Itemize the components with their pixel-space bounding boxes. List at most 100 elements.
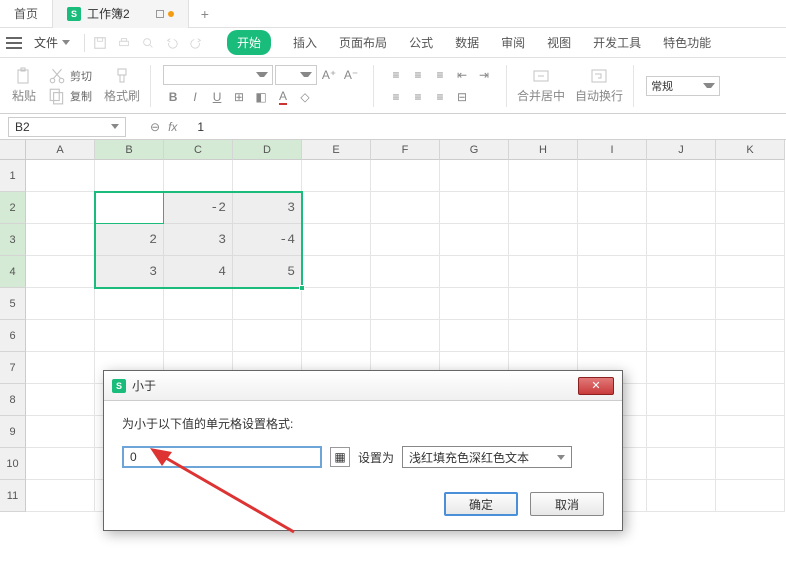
indent-decrease-button[interactable]: ⇤	[452, 65, 472, 85]
border-button[interactable]: ⊞	[229, 87, 249, 107]
wrap-text-button[interactable]: 自动换行	[571, 65, 627, 106]
ribbon-tab-insert[interactable]: 插入	[293, 34, 317, 51]
col-header[interactable]: B	[95, 140, 164, 160]
file-menu[interactable]: 文件	[28, 34, 76, 51]
align-top-button[interactable]: ≡	[386, 65, 406, 85]
ok-button[interactable]: 确定	[444, 492, 518, 516]
cancel-button[interactable]: 取消	[530, 492, 604, 516]
modified-indicator-icon	[168, 11, 174, 17]
save-icon[interactable]	[93, 36, 107, 50]
row-header[interactable]: 7	[0, 352, 26, 384]
new-tab-button[interactable]: +	[189, 6, 221, 22]
col-header[interactable]: G	[440, 140, 509, 160]
separator	[373, 65, 374, 107]
menu-bar: 文件 开始 插入 页面布局 公式 数据 审阅 视图 开发工具 特色功能	[0, 28, 786, 58]
col-header[interactable]: F	[371, 140, 440, 160]
paste-label: 粘贴	[12, 87, 36, 104]
print-preview-icon[interactable]	[141, 36, 155, 50]
col-header[interactable]: J	[647, 140, 716, 160]
row-header[interactable]: 1	[0, 160, 26, 192]
format-select[interactable]: 浅红填充色深红色文本	[402, 446, 572, 468]
row-header[interactable]: 9	[0, 416, 26, 448]
tab-home[interactable]: 首页	[0, 0, 53, 28]
row-header[interactable]: 2	[0, 192, 26, 224]
formula-input[interactable]: 1	[197, 120, 204, 134]
app-menu-icon[interactable]	[6, 37, 22, 49]
copy-button[interactable]: 复制	[48, 87, 92, 105]
tab-workbook-label: 工作簿2	[87, 5, 130, 22]
col-header[interactable]: H	[509, 140, 578, 160]
align-middle-button[interactable]: ≡	[408, 65, 428, 85]
ribbon-tab-special[interactable]: 特色功能	[663, 34, 711, 51]
separator	[506, 65, 507, 107]
row-header[interactable]: 3	[0, 224, 26, 256]
ribbon-tab-view[interactable]: 视图	[547, 34, 571, 51]
threshold-input[interactable]: 0	[122, 446, 322, 468]
tab-workbook[interactable]: S 工作簿2	[53, 0, 189, 28]
col-header[interactable]: K	[716, 140, 785, 160]
italic-button[interactable]: I	[185, 87, 205, 107]
close-button[interactable]: ✕	[578, 377, 614, 395]
ribbon-tab-review[interactable]: 审阅	[501, 34, 525, 51]
indent-increase-button[interactable]: ⇥	[474, 65, 494, 85]
print-icon[interactable]	[117, 36, 131, 50]
row-header[interactable]: 8	[0, 384, 26, 416]
clear-format-button[interactable]: ◇	[295, 87, 315, 107]
set-as-label: 设置为	[358, 449, 394, 466]
row-header[interactable]: 11	[0, 480, 26, 512]
chevron-down-icon	[300, 72, 312, 77]
align-left-button[interactable]: ≡	[386, 87, 406, 107]
ribbon-tab-start[interactable]: 开始	[227, 30, 271, 55]
cut-button[interactable]: 剪切	[48, 67, 92, 85]
underline-button[interactable]: U	[207, 87, 227, 107]
ribbon: 粘贴 剪切 复制 格式刷 A⁺ A⁻ B I U ⊞ ◧ A ◇ ≡ ≡ ≡	[0, 58, 786, 114]
cancel-formula-icon[interactable]: ⊖	[150, 120, 160, 134]
row-header[interactable]: 6	[0, 320, 26, 352]
ribbon-tab-formula[interactable]: 公式	[409, 34, 433, 51]
format-painter-button[interactable]: 格式刷	[100, 65, 144, 106]
dialog-titlebar[interactable]: S 小于 ✕	[104, 371, 622, 401]
format-select-value: 浅红填充色深红色文本	[409, 449, 529, 466]
col-header[interactable]: A	[26, 140, 95, 160]
undo-icon[interactable]	[165, 36, 179, 50]
decrease-font-button[interactable]: A⁻	[341, 65, 361, 85]
quick-access-toolbar	[93, 36, 203, 50]
paste-button[interactable]: 粘贴	[8, 65, 40, 106]
tab-home-label: 首页	[14, 5, 38, 22]
font-size-combo[interactable]	[275, 65, 317, 85]
select-all-corner[interactable]	[0, 140, 26, 160]
font-name-combo[interactable]	[163, 65, 273, 85]
col-header[interactable]: I	[578, 140, 647, 160]
align-bottom-button[interactable]: ≡	[430, 65, 450, 85]
chevron-down-icon	[557, 455, 565, 460]
fill-handle[interactable]	[299, 285, 305, 291]
align-right-button[interactable]: ≡	[430, 87, 450, 107]
ribbon-tab-page-layout[interactable]: 页面布局	[339, 34, 387, 51]
merge-center-button[interactable]: 合并居中	[513, 65, 569, 106]
increase-font-button[interactable]: A⁺	[319, 65, 339, 85]
ribbon-tab-data[interactable]: 数据	[455, 34, 479, 51]
range-picker-button[interactable]: ▦	[330, 447, 350, 467]
bold-button[interactable]: B	[163, 87, 183, 107]
less-than-dialog: S 小于 ✕ 为小于以下值的单元格设置格式: 0 ▦ 设置为 浅红填充色深红色文…	[103, 370, 623, 531]
cut-label: 剪切	[70, 68, 92, 84]
wrap-icon	[590, 67, 608, 85]
fill-color-button[interactable]: ◧	[251, 87, 271, 107]
fx-icon[interactable]: fx	[168, 120, 177, 134]
row-header[interactable]: 4	[0, 256, 26, 288]
col-header[interactable]: C	[164, 140, 233, 160]
col-header[interactable]: D	[233, 140, 302, 160]
row-header[interactable]: 5	[0, 288, 26, 320]
separator	[633, 65, 634, 107]
text-direction-button[interactable]: ⊟	[452, 87, 472, 107]
ribbon-tab-dev[interactable]: 开发工具	[593, 34, 641, 51]
redo-icon[interactable]	[189, 36, 203, 50]
row-header[interactable]: 10	[0, 448, 26, 480]
col-header[interactable]: E	[302, 140, 371, 160]
number-format-combo[interactable]: 常规	[646, 76, 720, 96]
align-center-button[interactable]: ≡	[408, 87, 428, 107]
font-color-button[interactable]: A	[273, 87, 293, 107]
separator	[84, 34, 85, 52]
scissors-icon	[48, 67, 66, 85]
name-box[interactable]: B2	[8, 117, 126, 137]
